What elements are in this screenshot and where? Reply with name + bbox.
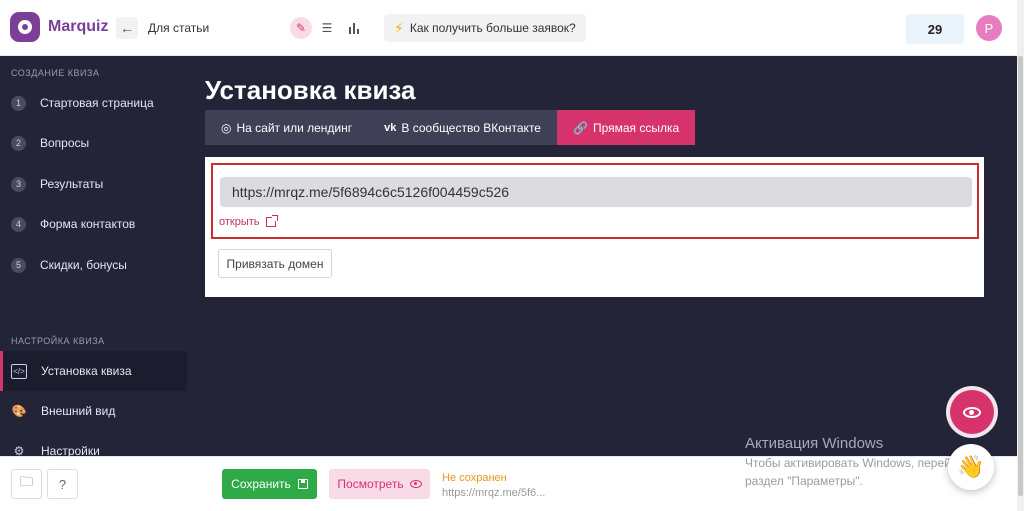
- history-button[interactable]: 🗀: [11, 469, 42, 499]
- arrow-left-icon: ←: [120, 20, 134, 36]
- back-button[interactable]: ←: [116, 17, 138, 39]
- sidebar-item-label: Внешний вид: [41, 404, 116, 418]
- sidebar-item-contact-form[interactable]: 4 Форма контактов: [0, 204, 187, 244]
- palette-icon: 🎨: [11, 404, 27, 418]
- top-bar: Marquiz ← Для статьи ✎ ☰ ⚡ Как получить …: [0, 0, 1024, 56]
- bar-chart-icon: [349, 23, 359, 34]
- step-number: 3: [11, 176, 26, 192]
- status-url[interactable]: https://mrqz.me/5f6...: [442, 487, 545, 499]
- tab-vkontakte[interactable]: vk В сообщество ВКонтакте: [368, 110, 557, 145]
- sidebar-item-results[interactable]: 3 Результаты: [0, 164, 187, 204]
- step-number: 2: [11, 135, 26, 151]
- tab-direct-link[interactable]: 🔗 Прямая ссылка: [556, 110, 696, 145]
- watermark-title: Активация Windows: [745, 435, 884, 452]
- eye-icon: [409, 480, 422, 488]
- external-link-icon: [265, 215, 278, 227]
- code-icon: </>: [11, 363, 27, 379]
- pencil-icon: ✎: [295, 21, 307, 35]
- help-button[interactable]: ?: [47, 469, 78, 499]
- quiz-name: Для статьи: [148, 21, 210, 35]
- page-title: Установка квиза: [205, 75, 416, 105]
- logo[interactable]: Marquiz: [10, 12, 108, 42]
- gear-icon: ⚙: [13, 444, 25, 456]
- main-content: Установка квиза ◎ На сайт или лендинг vk…: [187, 56, 1017, 456]
- save-status: Не сохранен: [442, 472, 507, 484]
- promo-label: Как получить больше заявок?: [409, 21, 576, 35]
- vk-icon: vk: [384, 121, 397, 134]
- sidebar-item-label: Стартовая страница: [40, 96, 154, 110]
- url-highlight-frame: https://mrqz.me/5f6894c6c5126f004459c526…: [211, 163, 979, 239]
- promo-button[interactable]: ⚡ Как получить больше заявок?: [384, 14, 586, 42]
- edit-mode-button[interactable]: ✎: [290, 17, 312, 39]
- sidebar-item-label: Настройки: [41, 444, 100, 456]
- chat-widget-button[interactable]: 👋: [948, 444, 994, 490]
- eye-icon: [963, 406, 981, 418]
- sidebar-item-label: Вопросы: [40, 136, 90, 150]
- list-icon: ☰: [321, 21, 333, 35]
- tab-label: В сообщество ВКонтакте: [401, 120, 541, 135]
- sidebar-item-questions[interactable]: 2 Вопросы: [0, 123, 187, 163]
- lightning-icon: ⚡: [394, 19, 404, 36]
- open-link-label: открыть: [219, 216, 260, 228]
- sidebar-item-label: Результаты: [40, 177, 104, 191]
- list-mode-button[interactable]: ☰: [316, 17, 338, 39]
- scrollbar-thumb[interactable]: [1018, 56, 1023, 496]
- bind-domain-button[interactable]: Привязать домен: [218, 249, 332, 278]
- save-label: Сохранить: [231, 477, 291, 491]
- open-link[interactable]: открыть: [219, 215, 278, 228]
- logo-text: Marquiz: [48, 18, 109, 35]
- install-tabs: ◎ На сайт или лендинг vk В сообщество ВК…: [205, 110, 696, 145]
- sidebar-item-start-page[interactable]: 1 Стартовая страница: [0, 83, 187, 123]
- sidebar-item-label: Установка квиза: [41, 364, 132, 378]
- preview-label: Посмотреть: [337, 477, 404, 491]
- sidebar-item-label: Форма контактов: [40, 217, 136, 231]
- sidebar-section-settings: НАСТРОЙКА КВИЗА: [11, 336, 105, 346]
- marquiz-logo-icon: [10, 12, 40, 42]
- direct-link-card: https://mrqz.me/5f6894c6c5126f004459c526…: [205, 157, 984, 297]
- save-button[interactable]: Сохранить: [222, 469, 317, 499]
- link-icon: 🔗: [572, 120, 588, 135]
- preview-fab[interactable]: [950, 390, 994, 434]
- tab-website[interactable]: ◎ На сайт или лендинг: [205, 110, 369, 145]
- step-number: 5: [11, 257, 26, 273]
- stats-mode-button[interactable]: [343, 17, 365, 39]
- sidebar-item-discounts[interactable]: 5 Скидки, бонусы: [0, 245, 187, 285]
- tab-label: Прямая ссылка: [592, 120, 680, 135]
- history-icon: 🗀: [19, 474, 33, 489]
- chrome-icon: ◎: [221, 120, 232, 135]
- sidebar-item-install[interactable]: </> Установка квиза: [0, 351, 187, 391]
- floppy-disk-icon: [297, 479, 308, 489]
- avatar[interactable]: P: [976, 15, 1002, 41]
- sidebar-section-create: СОЗДАНИЕ КВИЗА: [11, 68, 100, 78]
- quiz-url-field[interactable]: https://mrqz.me/5f6894c6c5126f004459c526: [220, 177, 972, 207]
- preview-button[interactable]: Посмотреть: [329, 469, 430, 499]
- sidebar: СОЗДАНИЕ КВИЗА 1 Стартовая страница 2 Во…: [0, 56, 187, 456]
- step-number: 1: [11, 95, 26, 111]
- tab-label: На сайт или лендинг: [236, 120, 353, 135]
- sidebar-item-label: Скидки, бонусы: [40, 258, 127, 272]
- leads-counter[interactable]: 29: [906, 14, 964, 44]
- sidebar-item-appearance[interactable]: 🎨 Внешний вид: [0, 391, 187, 431]
- waving-hand-icon: 👋: [957, 454, 985, 479]
- step-number: 4: [11, 216, 26, 232]
- sidebar-item-settings[interactable]: ⚙ Настройки: [0, 431, 187, 456]
